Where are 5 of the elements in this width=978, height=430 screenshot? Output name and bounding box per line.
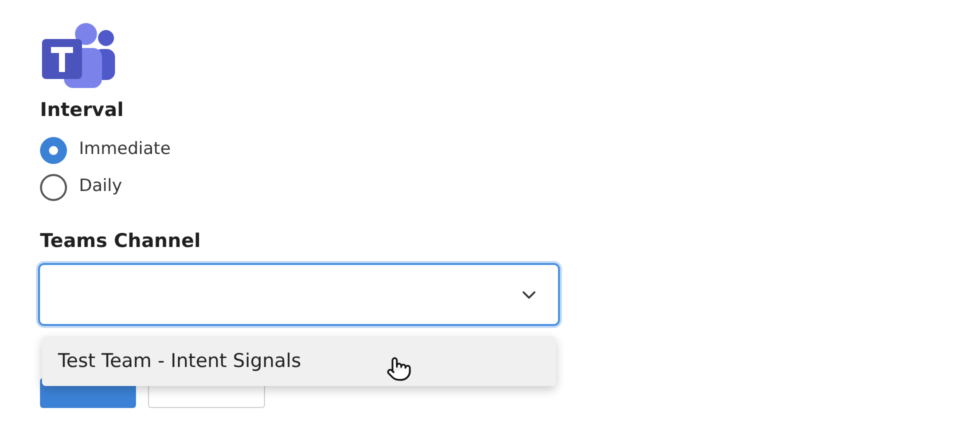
teams-channel-label: Teams Channel: [40, 228, 202, 254]
interval-label: Interval: [40, 98, 125, 123]
interval-radio[interactable]: Immediate: [40, 136, 171, 164]
dropdown-option[interactable]: Test Team - Intent Signals: [42, 336, 556, 386]
interval-radio[interactable]: Daily: [40, 174, 122, 200]
